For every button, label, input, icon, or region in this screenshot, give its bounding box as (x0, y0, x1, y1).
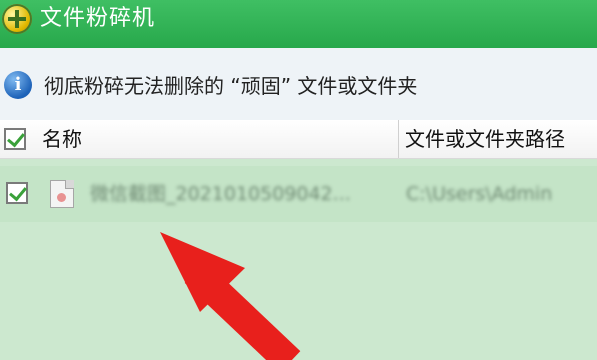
red-arrow-icon (160, 232, 301, 360)
